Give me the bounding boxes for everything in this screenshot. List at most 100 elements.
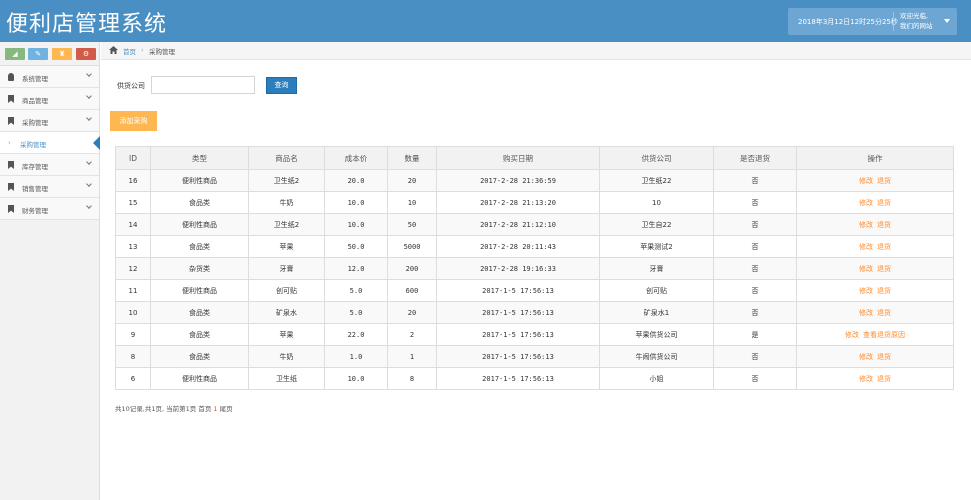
cell-supplier: 牛闹供货公司 bbox=[599, 345, 714, 368]
cell-cost: 5.0 bbox=[324, 279, 388, 302]
cell-actions: 修改 退货 bbox=[796, 169, 954, 192]
first-page-link[interactable]: 首页 bbox=[198, 405, 211, 413]
edit-link[interactable]: 修改 bbox=[845, 331, 859, 339]
cell-returned: 否 bbox=[713, 367, 797, 390]
cell-returned: 否 bbox=[713, 191, 797, 214]
cell-actions: 修改 退货 bbox=[796, 367, 954, 390]
return-link[interactable]: 退货 bbox=[877, 199, 891, 207]
sidebar-item-system[interactable]: 系统管理 bbox=[0, 66, 99, 88]
cell-returned: 是 bbox=[713, 323, 797, 346]
chart-icon[interactable]: ◢ bbox=[5, 48, 25, 60]
edit-link[interactable]: 修改 bbox=[859, 375, 873, 383]
breadcrumb-home-link[interactable]: 首页 bbox=[123, 46, 136, 56]
bullet-icon: › bbox=[8, 139, 11, 147]
return-link[interactable]: 退货 bbox=[877, 221, 891, 229]
cell-returned: 否 bbox=[713, 345, 797, 368]
sidebar-item-label: 库存管理 bbox=[22, 163, 48, 171]
column-header: 供货公司 bbox=[599, 146, 714, 170]
table-body: 16 便利性商品 卫生纸2 20.0 20 2017-2-28 21:36:59 卫生纸22… bbox=[115, 169, 954, 390]
edit-link[interactable]: 修改 bbox=[859, 243, 873, 251]
pencil-icon[interactable]: ✎ bbox=[28, 48, 48, 60]
cell-cost: 5.0 bbox=[324, 301, 388, 324]
view-return-reason-link[interactable]: 查看退货原因 bbox=[863, 331, 905, 339]
return-link[interactable]: 退货 bbox=[877, 375, 891, 383]
sidebar-item-sales[interactable]: 销售管理 bbox=[0, 176, 99, 198]
sidebar-shortcuts: ◢ ✎ ♜ ⚙ bbox=[0, 42, 100, 66]
active-indicator-icon bbox=[93, 136, 100, 150]
return-link[interactable]: 退货 bbox=[877, 265, 891, 273]
return-link[interactable]: 退货 bbox=[877, 309, 891, 317]
cell-qty: 20 bbox=[387, 169, 437, 192]
bookmark-icon bbox=[8, 117, 14, 125]
purchase-table: ID 类型 商品名 成本价 数量 购买日期 供货公司 是否退货 操作 16 便利性… bbox=[115, 146, 954, 390]
last-page-link[interactable]: 尾页 bbox=[220, 405, 233, 413]
search-button[interactable]: 查询 bbox=[266, 77, 297, 94]
edit-link[interactable]: 修改 bbox=[859, 221, 873, 229]
cell-actions: 修改 退货 bbox=[796, 191, 954, 214]
sidebar-item-finance[interactable]: 财务管理 bbox=[0, 198, 99, 220]
sidebar-item-inventory[interactable]: 库存管理 bbox=[0, 154, 99, 176]
column-header: 类型 bbox=[150, 146, 249, 170]
caret-down-icon[interactable] bbox=[944, 19, 950, 23]
sidebar-subitem-purchase[interactable]: › 采购管理 bbox=[0, 132, 100, 154]
cell-id: 13 bbox=[115, 235, 151, 258]
cell-supplier: 创可贴 bbox=[599, 279, 714, 302]
edit-link[interactable]: 修改 bbox=[859, 177, 873, 185]
edit-link[interactable]: 修改 bbox=[859, 265, 873, 273]
sidebar-item-label: 商品管理 bbox=[22, 97, 48, 105]
cell-supplier: 苹果测试2 bbox=[599, 235, 714, 258]
return-link[interactable]: 退货 bbox=[877, 353, 891, 361]
sidebar-item-goods[interactable]: 商品管理 bbox=[0, 88, 99, 110]
cell-cost: 20.0 bbox=[324, 169, 388, 192]
cell-returned: 否 bbox=[713, 301, 797, 324]
cell-name: 苹果 bbox=[248, 323, 325, 346]
return-link[interactable]: 退货 bbox=[877, 177, 891, 185]
chevron-down-icon bbox=[86, 181, 92, 187]
column-header: 操作 bbox=[796, 146, 954, 170]
cell-actions: 修改 查看退货原因 bbox=[796, 323, 954, 346]
header-welcome: 欢迎光临, 我们的网站 bbox=[900, 11, 933, 31]
cell-actions: 修改 退货 bbox=[796, 345, 954, 368]
cell-name: 卫生纸2 bbox=[248, 169, 325, 192]
sidebar-item-label: 销售管理 bbox=[22, 185, 48, 193]
cell-id: 16 bbox=[115, 169, 151, 192]
cell-id: 15 bbox=[115, 191, 151, 214]
table-row: 13 食品类 苹果 50.0 5000 2017-2-28 20:11:43 苹果测试2 否修… bbox=[115, 235, 954, 258]
cell-type: 便利性商品 bbox=[150, 367, 249, 390]
cell-actions: 修改 退货 bbox=[796, 257, 954, 280]
table-row: 6 便利性商品 卫生纸 10.0 8 2017-1-5 17:56:13 小姐否修改 退货 bbox=[115, 367, 954, 390]
column-header: 是否退货 bbox=[713, 146, 797, 170]
breadcrumb: 首页 › 采购管理 bbox=[101, 42, 971, 60]
cell-supplier: 小姐 bbox=[599, 367, 714, 390]
edit-link[interactable]: 修改 bbox=[859, 199, 873, 207]
cogs-icon[interactable]: ⚙ bbox=[76, 48, 96, 60]
cell-id: 9 bbox=[115, 323, 151, 346]
cell-type: 便利性商品 bbox=[150, 169, 249, 192]
cell-supplier: 苹果供货公司 bbox=[599, 323, 714, 346]
bookmark-icon bbox=[8, 205, 14, 213]
sidebar-item-purchase[interactable]: 采购管理 bbox=[0, 110, 99, 132]
edit-link[interactable]: 修改 bbox=[859, 309, 873, 317]
return-link[interactable]: 退货 bbox=[877, 243, 891, 251]
column-header: 成本价 bbox=[324, 146, 388, 170]
user-menu[interactable]: 2018年3月12日12时25分25秒 欢迎光临, 我们的网站 bbox=[788, 8, 957, 35]
bookmark-icon bbox=[8, 95, 14, 103]
edit-link[interactable]: 修改 bbox=[859, 287, 873, 295]
cell-name: 牛奶 bbox=[248, 191, 325, 214]
cell-name: 苹果 bbox=[248, 235, 325, 258]
chevron-down-icon bbox=[86, 93, 92, 99]
cell-returned: 否 bbox=[713, 235, 797, 258]
cell-date: 2017-2-28 21:13:20 bbox=[436, 191, 600, 214]
edit-link[interactable]: 修改 bbox=[859, 353, 873, 361]
cell-id: 6 bbox=[115, 367, 151, 390]
group-icon[interactable]: ♜ bbox=[52, 48, 72, 60]
table-row: 15 食品类 牛奶 10.0 10 2017-2-28 21:13:20 10 否修改 退货 bbox=[115, 191, 954, 214]
supplier-search-input[interactable] bbox=[151, 76, 255, 94]
return-link[interactable]: 退货 bbox=[877, 287, 891, 295]
home-icon[interactable] bbox=[109, 46, 118, 54]
current-page[interactable]: 1 bbox=[213, 405, 217, 413]
table-row: 14 便利性商品 卫生纸2 10.0 50 2017-2-28 21:12:10 卫生自22… bbox=[115, 213, 954, 236]
add-purchase-button[interactable]: 添加采购 bbox=[110, 111, 157, 131]
cell-name: 卫生纸2 bbox=[248, 213, 325, 236]
table-row: 11 便利性商品 创可贴 5.0 600 2017-1-5 17:56:13 创可贴否修改退… bbox=[115, 279, 954, 302]
